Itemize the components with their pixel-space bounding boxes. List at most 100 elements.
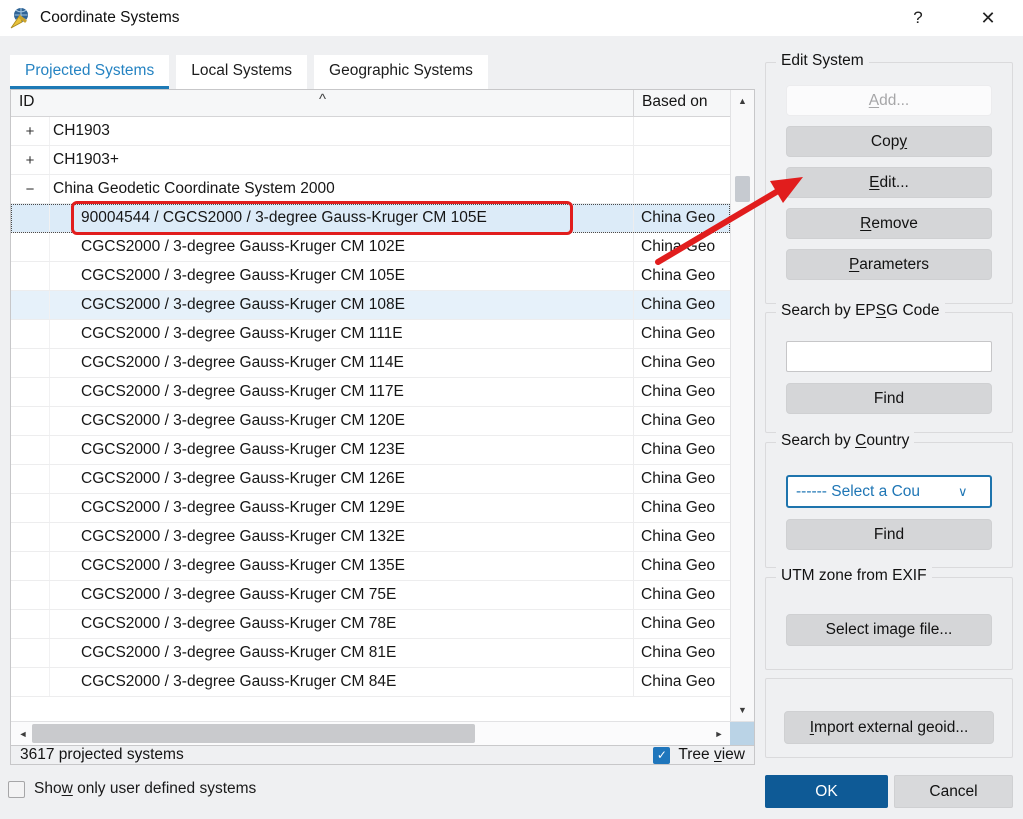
utm-exif-group: UTM zone from EXIF Select image file...: [765, 577, 1013, 670]
column-header-id[interactable]: ID: [19, 93, 35, 111]
row-based-on: China Geo: [633, 291, 730, 319]
tree-view-toggle[interactable]: ✓ Tree view: [653, 746, 745, 764]
edit-button[interactable]: Edit...: [786, 167, 992, 198]
import-geoid-button[interactable]: Import external geoid...: [784, 711, 994, 744]
epsg-code-input[interactable]: [786, 341, 992, 372]
table-row[interactable]: 90004544 / CGCS2000 / 3-degree Gauss-Kru…: [11, 204, 730, 233]
add-button[interactable]: Add...: [786, 85, 992, 116]
table-row[interactable]: CGCS2000 / 3-degree Gauss-Kruger CM 123E…: [11, 436, 730, 465]
expander-icon[interactable]: −: [11, 181, 49, 198]
table-row[interactable]: CGCS2000 / 3-degree Gauss-Kruger CM 111E…: [11, 320, 730, 349]
row-based-on: [633, 117, 730, 145]
scrollbar-corner: [730, 722, 754, 745]
row-label: CGCS2000 / 3-degree Gauss-Kruger CM 117E: [49, 378, 633, 406]
horizontal-scrollbar[interactable]: ◄ ►: [11, 721, 754, 745]
show-user-defined-checkbox[interactable]: [8, 781, 25, 798]
tab-projected-systems[interactable]: Projected Systems: [10, 55, 169, 89]
table-row[interactable]: CGCS2000 / 3-degree Gauss-Kruger CM 114E…: [11, 349, 730, 378]
geoid-group: Import external geoid...: [765, 678, 1013, 758]
utm-exif-group-title: UTM zone from EXIF: [776, 567, 932, 585]
row-label: CGCS2000 / 3-degree Gauss-Kruger CM 111E: [49, 320, 633, 348]
row-based-on: China Geo: [633, 581, 730, 609]
show-user-defined-toggle[interactable]: Show only user defined systems: [8, 780, 256, 798]
expander-icon[interactable]: +: [11, 152, 49, 169]
table-row[interactable]: CGCS2000 / 3-degree Gauss-Kruger CM 105E…: [11, 262, 730, 291]
help-button[interactable]: ?: [896, 0, 940, 36]
row-based-on: China Geo: [633, 552, 730, 580]
cancel-button[interactable]: Cancel: [894, 775, 1013, 808]
table-row[interactable]: +CH1903: [11, 117, 730, 146]
expander-icon[interactable]: +: [11, 123, 49, 140]
scroll-left-icon[interactable]: ◄: [13, 722, 33, 745]
table-area: ID ^ Based on +CH1903+CH1903+−China Geod…: [11, 90, 754, 721]
window-title: Coordinate Systems: [40, 9, 180, 27]
row-label: CGCS2000 / 3-degree Gauss-Kruger CM 126E: [49, 465, 633, 493]
select-image-file-button[interactable]: Select image file...: [786, 614, 992, 646]
column-header-based-on[interactable]: Based on: [633, 90, 730, 116]
row-based-on: China Geo: [633, 436, 730, 464]
table-row[interactable]: CGCS2000 / 3-degree Gauss-Kruger CM 108E…: [11, 291, 730, 320]
table-row[interactable]: CGCS2000 / 3-degree Gauss-Kruger CM 132E…: [11, 523, 730, 552]
remove-button[interactable]: Remove: [786, 208, 992, 239]
country-select[interactable]: ------ Select a Cou ∨: [786, 475, 992, 508]
row-based-on: [633, 175, 730, 203]
table-row[interactable]: CGCS2000 / 3-degree Gauss-Kruger CM 129E…: [11, 494, 730, 523]
row-based-on: China Geo: [633, 349, 730, 377]
sort-ascending-icon[interactable]: ^: [319, 91, 326, 108]
row-label: CGCS2000 / 3-degree Gauss-Kruger CM 120E: [49, 407, 633, 435]
tree-view-checkbox[interactable]: ✓: [653, 747, 670, 764]
status-bar: 3617 projected systems ✓ Tree view: [11, 745, 754, 764]
ok-button[interactable]: OK: [765, 775, 888, 808]
epsg-find-button[interactable]: Find: [786, 383, 992, 414]
horizontal-scrollbar-thumb[interactable]: [32, 724, 475, 743]
table-row[interactable]: CGCS2000 / 3-degree Gauss-Kruger CM 84EC…: [11, 668, 730, 697]
parameters-button[interactable]: Parameters: [786, 249, 992, 280]
row-label: China Geodetic Coordinate System 2000: [49, 175, 633, 203]
vertical-scrollbar[interactable]: ▲ ▼: [730, 90, 754, 721]
country-select-value: ------ Select a Cou: [796, 483, 954, 501]
search-country-group: Search by Country ------ Select a Cou ∨ …: [765, 442, 1013, 568]
projected-systems-page: ID ^ Based on +CH1903+CH1903+−China Geod…: [10, 89, 755, 765]
table-row[interactable]: +CH1903+: [11, 146, 730, 175]
row-based-on: China Geo: [633, 320, 730, 348]
table-row[interactable]: CGCS2000 / 3-degree Gauss-Kruger CM 81EC…: [11, 639, 730, 668]
country-find-button[interactable]: Find: [786, 519, 992, 550]
table-row[interactable]: CGCS2000 / 3-degree Gauss-Kruger CM 102E…: [11, 233, 730, 262]
scroll-down-icon[interactable]: ▼: [731, 699, 754, 721]
table-header: ID ^ Based on: [11, 90, 730, 117]
table-row[interactable]: CGCS2000 / 3-degree Gauss-Kruger CM 126E…: [11, 465, 730, 494]
row-label: 90004544 / CGCS2000 / 3-degree Gauss-Kru…: [49, 204, 633, 232]
edit-system-group-title: Edit System: [776, 52, 869, 70]
table-rows: +CH1903+CH1903+−China Geodetic Coordinat…: [11, 117, 730, 721]
row-based-on: [633, 146, 730, 174]
chevron-down-icon: ∨: [958, 484, 968, 500]
table-row[interactable]: CGCS2000 / 3-degree Gauss-Kruger CM 75EC…: [11, 581, 730, 610]
row-based-on: China Geo: [633, 378, 730, 406]
row-label: CH1903: [49, 117, 633, 145]
row-label: CGCS2000 / 3-degree Gauss-Kruger CM 108E: [49, 291, 633, 319]
table-row[interactable]: −China Geodetic Coordinate System 2000: [11, 175, 730, 204]
copy-button[interactable]: Copy: [786, 126, 992, 157]
title-bar: Coordinate Systems ? ✕: [0, 0, 1023, 36]
row-based-on: China Geo: [633, 407, 730, 435]
row-label: CGCS2000 / 3-degree Gauss-Kruger CM 123E: [49, 436, 633, 464]
scroll-up-icon[interactable]: ▲: [731, 90, 754, 112]
row-label: CGCS2000 / 3-degree Gauss-Kruger CM 84E: [49, 668, 633, 696]
row-based-on: China Geo: [633, 610, 730, 638]
search-country-group-title: Search by Country: [776, 432, 914, 450]
table-row[interactable]: CGCS2000 / 3-degree Gauss-Kruger CM 135E…: [11, 552, 730, 581]
tab-local-systems[interactable]: Local Systems: [176, 55, 307, 89]
table-row[interactable]: CGCS2000 / 3-degree Gauss-Kruger CM 117E…: [11, 378, 730, 407]
search-epsg-group: Search by EPSG Code Find: [765, 312, 1013, 433]
table-row[interactable]: CGCS2000 / 3-degree Gauss-Kruger CM 120E…: [11, 407, 730, 436]
table-row[interactable]: CGCS2000 / 3-degree Gauss-Kruger CM 78EC…: [11, 610, 730, 639]
row-label: CGCS2000 / 3-degree Gauss-Kruger CM 132E: [49, 523, 633, 551]
row-based-on: China Geo: [633, 668, 730, 696]
close-button[interactable]: ✕: [966, 0, 1010, 36]
vertical-scrollbar-thumb[interactable]: [735, 176, 750, 202]
scroll-right-icon[interactable]: ►: [709, 722, 729, 745]
tab-geographic-systems[interactable]: Geographic Systems: [314, 55, 488, 89]
check-icon: ✓: [657, 748, 667, 762]
row-label: CGCS2000 / 3-degree Gauss-Kruger CM 81E: [49, 639, 633, 667]
row-based-on: China Geo: [633, 204, 730, 232]
